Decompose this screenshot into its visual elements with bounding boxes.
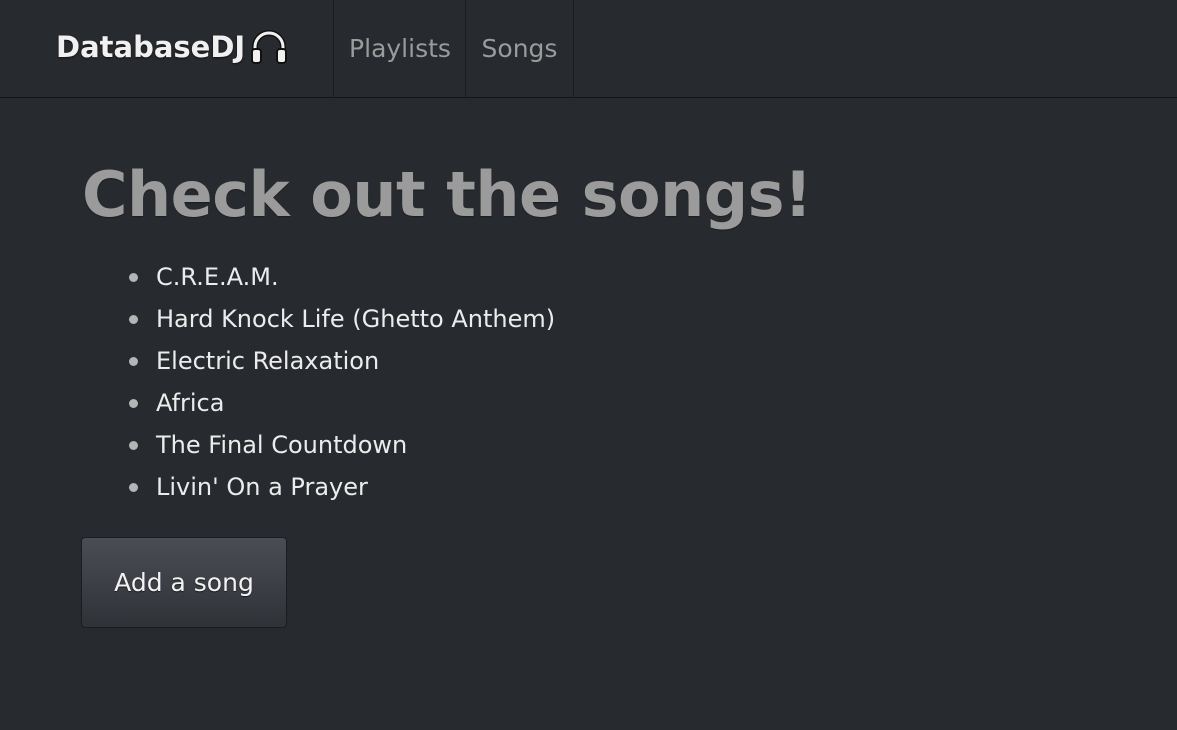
add-song-button[interactable]: Add a song xyxy=(81,537,287,628)
navbar: DatabaseDJ Playlists Songs xyxy=(0,0,1177,98)
brand-link[interactable]: DatabaseDJ xyxy=(56,24,289,70)
nav-item-playlists[interactable]: Playlists xyxy=(333,0,466,97)
bullet-icon xyxy=(129,357,138,366)
bullet-icon xyxy=(129,441,138,450)
list-item: Africa xyxy=(128,382,555,424)
song-title: Africa xyxy=(156,389,225,417)
bullet-icon xyxy=(129,483,138,492)
song-title: Livin' On a Prayer xyxy=(156,473,368,501)
page-title: Check out the songs! xyxy=(82,158,812,231)
song-title: The Final Countdown xyxy=(156,431,408,459)
bullet-icon xyxy=(129,315,138,324)
song-list: C.R.E.A.M. Hard Knock Life (Ghetto Anthe… xyxy=(128,256,555,508)
song-title: Hard Knock Life (Ghetto Anthem) xyxy=(156,305,556,333)
brand-name: DatabaseDJ xyxy=(56,30,246,64)
bullet-icon xyxy=(129,399,138,408)
list-item: Livin' On a Prayer xyxy=(128,466,555,508)
nav-item-songs[interactable]: Songs xyxy=(465,0,574,97)
list-item: Hard Knock Life (Ghetto Anthem) xyxy=(128,298,555,340)
bullet-icon xyxy=(129,273,138,282)
song-title: C.R.E.A.M. xyxy=(156,263,279,291)
headphones-icon xyxy=(249,27,289,67)
song-title: Electric Relaxation xyxy=(156,347,380,375)
list-item: Electric Relaxation xyxy=(128,340,555,382)
list-item: The Final Countdown xyxy=(128,424,555,466)
list-item: C.R.E.A.M. xyxy=(128,256,555,298)
